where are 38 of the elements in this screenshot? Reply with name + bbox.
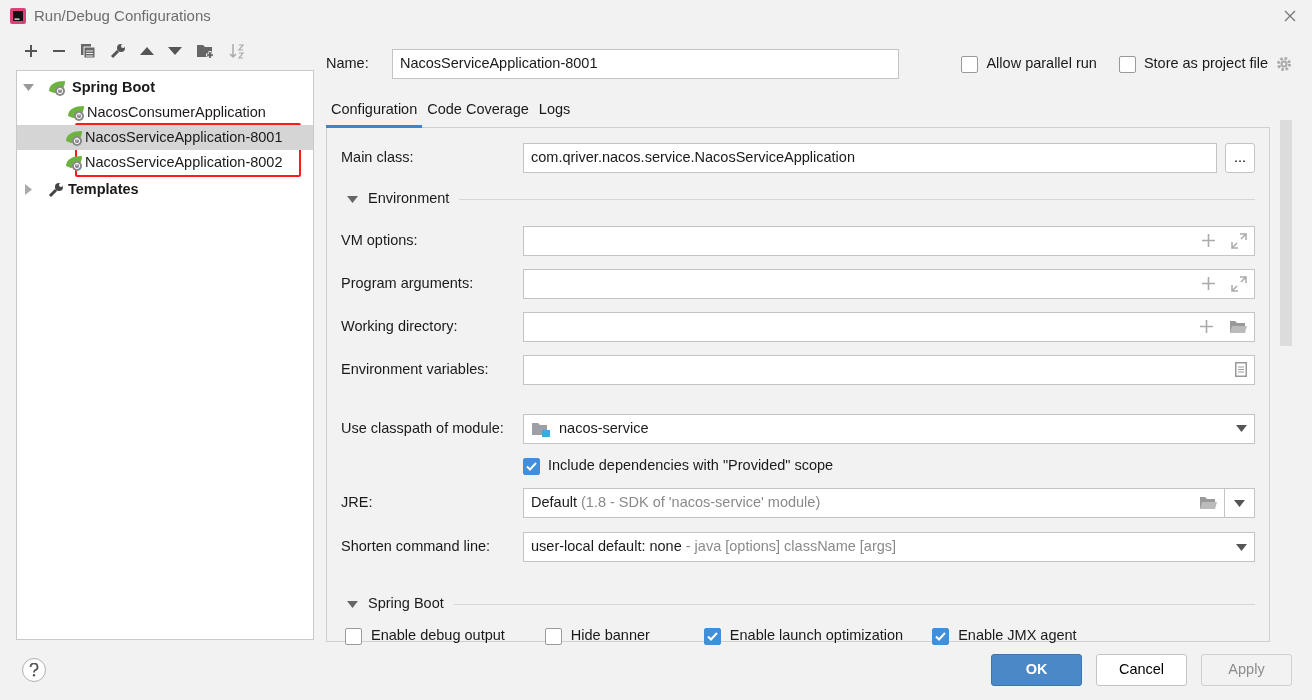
ok-button[interactable]: OK <box>991 654 1082 686</box>
field-label: Program arguments: <box>341 273 475 293</box>
field-label: Working directory: <box>341 316 459 336</box>
tab[interactable]: Logs <box>533 92 576 128</box>
window-title: Run/Debug Configurations <box>34 5 211 26</box>
dropdown-value: user-local default: none - java [options] className [args] <box>531 537 898 557</box>
name-label: Name: <box>326 54 370 74</box>
checkbox-label: Enable launch optimization <box>729 626 904 646</box>
name-field[interactable]: NacosServiceApplication-8001 <box>392 49 899 79</box>
checkbox-label: Enable debug output <box>371 626 505 646</box>
field-label: Environment variables: <box>341 359 490 379</box>
dialog-button[interactable]: Cancel <box>1096 654 1187 686</box>
shorten-dropdown[interactable]: user-local default: none - java [options] className [args] <box>523 532 1255 562</box>
section-title[interactable]: Environment <box>368 188 450 210</box>
jre-field[interactable]: Default (1.8 - SDK of 'nacos-service' module) <box>523 488 1225 518</box>
checkbox-label: Hide banner <box>570 626 650 646</box>
field-label: Main class: <box>341 147 415 167</box>
section-title[interactable]: Spring Boot <box>368 593 444 615</box>
tree-item[interactable]: NacosServiceApplication-8001 <box>17 125 313 150</box>
option-label: Store as project file <box>1143 54 1268 74</box>
tree-group-label[interactable]: Templates <box>68 178 139 201</box>
checkbox-label: Enable JMX agent <box>958 626 1077 646</box>
field-label: VM options: <box>341 230 419 250</box>
main-class-field[interactable]: com.qriver.nacos.service.NacosServiceApplication <box>523 142 1217 173</box>
jre-value: Default (1.8 - SDK of 'nacos-service' module) <box>531 493 822 513</box>
module-dropdown[interactable]: nacos-service <box>523 413 1255 444</box>
tab[interactable]: Configuration <box>326 92 423 128</box>
checkbox-label: Include dependencies with "Provided" scope <box>548 456 834 476</box>
browse-button[interactable]: ... <box>1225 142 1255 173</box>
tree-item[interactable]: NacosConsumerApplication <box>17 100 313 125</box>
field-label: Use classpath of module: <box>341 418 505 438</box>
tree-group-label[interactable]: Spring Boot <box>72 76 155 99</box>
field-label: Shorten command line: <box>341 537 492 557</box>
dropdown-value: nacos-service <box>559 418 650 438</box>
tab[interactable]: Code Coverage <box>422 92 534 128</box>
option-label: Allow parallel run <box>986 54 1097 74</box>
field-label: JRE: <box>341 493 374 513</box>
tree-item[interactable]: NacosServiceApplication-8002 <box>17 150 313 175</box>
